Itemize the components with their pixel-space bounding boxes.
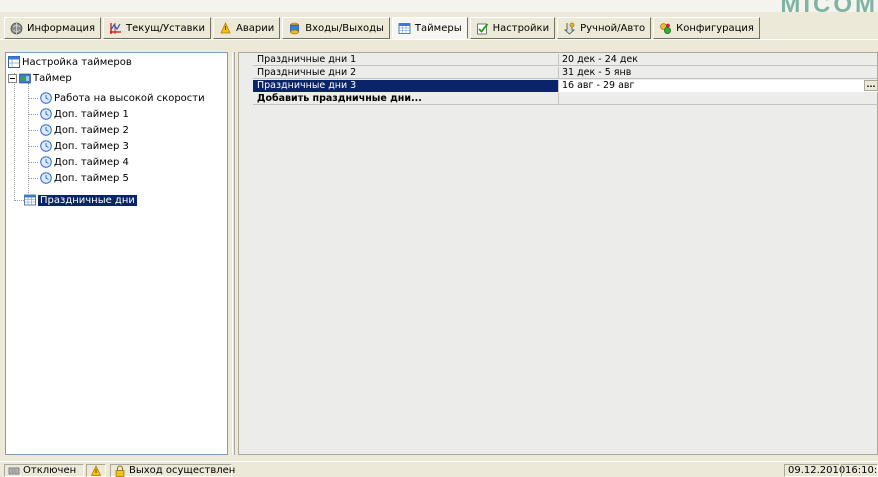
tab-manual-auto[interactable]: Ручной/Авто: [557, 17, 652, 39]
holidays-grid: Праздничные дни 1 20 дек - 24 дек Праздн…: [238, 52, 878, 455]
tab-settings[interactable]: Настройки: [469, 17, 556, 39]
tree-root-label: Настройка таймеров: [22, 56, 132, 68]
connection-status-label: Отключен: [23, 465, 77, 476]
add-holidays-link[interactable]: Добавить праздничные дни...: [253, 92, 559, 105]
alarm-indicator: [86, 464, 106, 477]
holiday-name-cell: Праздничные дни 3: [253, 79, 559, 92]
grid-row-selected[interactable]: Праздничные дни 3 16 авг - 29 авг ...: [253, 79, 878, 92]
tab-configuration[interactable]: Конфигурация: [653, 17, 760, 39]
grid-row[interactable]: Праздничные дни 2 31 дек - 5 янв: [253, 66, 878, 79]
clock-icon: [40, 108, 52, 120]
calendar-icon: [24, 194, 36, 206]
tree-line: [28, 146, 38, 147]
tree-child-label: Доп. таймер 3: [54, 140, 129, 152]
tree-line: [28, 83, 29, 193]
grid-row-add[interactable]: Добавить праздничные дни...: [253, 92, 878, 105]
tab-label: Таймеры: [414, 22, 462, 34]
tab-label: Аварии: [236, 22, 275, 34]
alarm-bell-icon: [219, 21, 232, 35]
clock-icon: [40, 140, 52, 152]
status-time-value: 16:10:47: [845, 465, 878, 476]
holiday-name-cell: Праздничные дни 2: [253, 66, 559, 79]
tab-label: Информация: [27, 22, 96, 34]
tab-info[interactable]: Информация: [4, 17, 102, 39]
login-status: Выход осуществлен: [110, 464, 236, 477]
edit-range-button[interactable]: ...: [864, 79, 878, 91]
tree-child-label: Доп. таймер 4: [54, 156, 129, 168]
connection-status: Отключен: [4, 464, 84, 477]
tree-item-aux-timer-1[interactable]: Доп. таймер 1: [40, 106, 129, 122]
timer-calendar-icon: [398, 22, 411, 35]
holiday-range-cell[interactable]: 31 дек - 5 янв: [559, 67, 878, 79]
settings-check-icon: [476, 22, 489, 35]
add-holidays-value: [559, 93, 878, 105]
tree-item-root[interactable]: Настройка таймеров: [8, 54, 132, 70]
tab-label: Настройки: [492, 22, 550, 34]
info-globe-icon: [10, 22, 23, 35]
panel-splitter[interactable]: [232, 52, 235, 455]
tab-label: Конфигурация: [676, 22, 754, 34]
tree-child-label: Доп. таймер 1: [54, 108, 129, 120]
timer-tree-panel: Настройка таймеров Таймер Работа на высо…: [5, 52, 228, 455]
tab-label: Входы/Выходы: [305, 22, 384, 34]
brand-logo: MICOM: [780, 0, 878, 18]
clock-icon: [40, 124, 52, 136]
graph-icon: [109, 22, 122, 35]
manual-auto-icon: [563, 22, 576, 35]
holiday-range-cell[interactable]: 20 дек - 24 дек: [559, 54, 878, 66]
grid-row[interactable]: Праздничные дни 1 20 дек - 24 дек: [253, 53, 878, 66]
status-bar: Отключен Выход осуществлен 09.12.2010 16…: [0, 461, 878, 477]
status-time: 16:10:47: [841, 464, 878, 477]
holiday-range-value: 16 авг - 29 авг: [562, 79, 635, 91]
tree-child-label: Доп. таймер 5: [54, 172, 129, 184]
io-icon: [288, 22, 301, 35]
tree-line: [14, 200, 24, 201]
status-date: 09.12.2010: [784, 464, 845, 477]
tab-alarms[interactable]: Аварии: [213, 17, 281, 39]
top-strip: [0, 0, 878, 12]
tree-item-aux-timer-5[interactable]: Доп. таймер 5: [40, 170, 129, 186]
tree-item-aux-timer-3[interactable]: Доп. таймер 3: [40, 138, 129, 154]
status-date-value: 09.12.2010: [788, 465, 846, 476]
config-icon: [659, 22, 672, 35]
lock-icon: [114, 465, 126, 477]
disconnected-icon: [8, 465, 20, 477]
tab-bar-divider: [0, 39, 878, 40]
alarm-bell-icon: [90, 464, 102, 477]
tree-item-aux-timer-4[interactable]: Доп. таймер 4: [40, 154, 129, 170]
tree-item-timer[interactable]: Таймер: [8, 70, 72, 86]
tab-label: Ручной/Авто: [580, 22, 646, 34]
tree-item-aux-timer-2[interactable]: Доп. таймер 2: [40, 122, 129, 138]
tab-bar: Информация Текущ/Уставки Аварии Входы/Вы…: [4, 17, 762, 39]
tree-item-high-speed[interactable]: Работа на высокой скорости: [40, 90, 205, 106]
tree-line: [28, 178, 38, 179]
tree-holidays-label: Праздничные дни: [38, 194, 137, 206]
tab-io[interactable]: Входы/Выходы: [282, 17, 390, 39]
tree-item-holidays[interactable]: Праздничные дни: [24, 192, 137, 208]
clock-icon: [40, 172, 52, 184]
clock-icon: [40, 92, 52, 104]
holiday-range-cell[interactable]: 16 авг - 29 авг ...: [559, 79, 878, 92]
tree-line: [28, 114, 38, 115]
timer-group-icon: [19, 72, 31, 84]
tab-label: Текущ/Уставки: [126, 22, 206, 34]
tree-line: [14, 73, 15, 201]
tree-line: [28, 162, 38, 163]
tree-line: [28, 98, 38, 99]
tree-child-label: Доп. таймер 2: [54, 124, 129, 136]
clock-icon: [40, 156, 52, 168]
tab-timers[interactable]: Таймеры: [391, 17, 468, 39]
login-status-label: Выход осуществлен: [129, 465, 236, 476]
tree-line: [28, 130, 38, 131]
tree-child-label: Работа на высокой скорости: [54, 92, 205, 104]
settings-grid-icon: [8, 56, 20, 68]
collapse-minus-icon[interactable]: [8, 73, 17, 83]
holiday-name-cell: Праздничные дни 1: [253, 53, 559, 66]
tree-timer-label: Таймер: [33, 72, 72, 84]
tab-current-settings[interactable]: Текущ/Уставки: [103, 17, 212, 39]
